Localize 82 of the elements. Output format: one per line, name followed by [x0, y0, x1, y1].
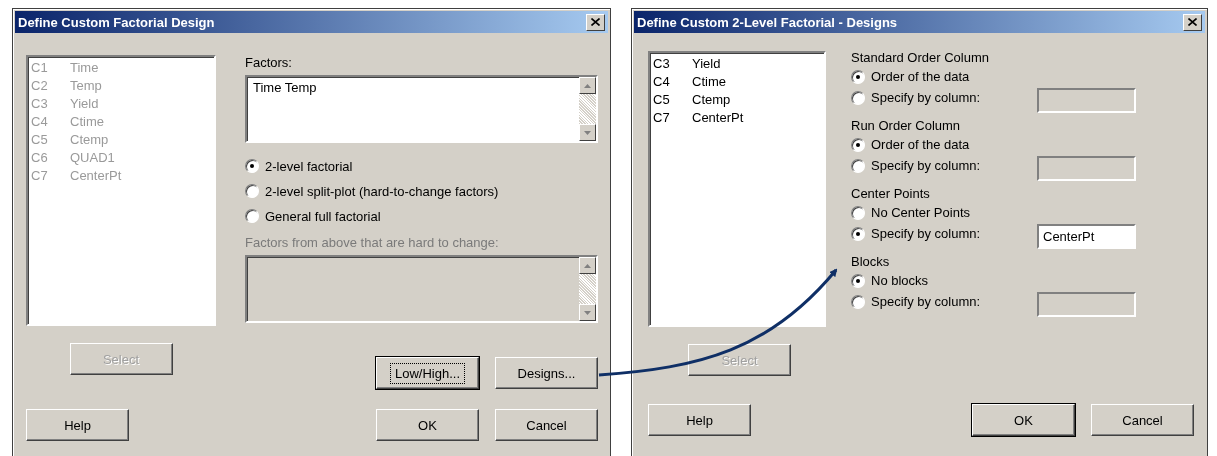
- column-field[interactable]: [1037, 156, 1136, 181]
- radio-button[interactable]: [851, 158, 865, 173]
- scroll-down-button[interactable]: [579, 124, 596, 141]
- column-name: CenterPt: [70, 167, 122, 185]
- column-id: C3: [653, 55, 671, 73]
- column-name: Yield: [692, 55, 721, 73]
- dialog-button[interactable]: OK: [972, 404, 1075, 436]
- column-id: C7: [31, 167, 49, 185]
- column-name: QUAD1: [70, 149, 115, 167]
- scrollbar[interactable]: [579, 77, 596, 141]
- radio-button[interactable]: [851, 205, 865, 220]
- dialog-button[interactable]: Cancel: [1091, 404, 1194, 436]
- column-name: Ctime: [70, 113, 104, 131]
- column-id: C4: [653, 73, 671, 91]
- hard-factors-label: Factors from above that are hard to change:: [245, 235, 500, 251]
- column-field[interactable]: CenterPt: [1037, 224, 1136, 249]
- radio-button[interactable]: [851, 294, 865, 309]
- group-label: Standard Order Column: [851, 49, 990, 66]
- group-label: Blocks: [851, 253, 891, 270]
- radio-label[interactable]: General full factorial: [265, 208, 381, 224]
- scroll-up-button[interactable]: [579, 77, 596, 94]
- radio-button[interactable]: [245, 184, 259, 198]
- column-name: Temp: [70, 77, 102, 95]
- radio-button[interactable]: [245, 159, 259, 173]
- scrollbar[interactable]: [579, 257, 596, 321]
- radio-button[interactable]: [851, 90, 865, 105]
- dialog-button[interactable]: Low/High...: [376, 357, 479, 389]
- window-title: Define Custom 2-Level Factorial - Designs: [637, 14, 898, 30]
- radio-label[interactable]: Order of the data: [871, 69, 1031, 84]
- column-name: Ctime: [692, 73, 726, 91]
- column-id: C6: [31, 149, 49, 167]
- radio-label[interactable]: Order of the data: [871, 137, 1031, 152]
- radio-button[interactable]: [851, 226, 865, 241]
- radio-label[interactable]: Specify by column:: [871, 158, 1031, 173]
- column-name: CenterPt: [692, 109, 744, 127]
- column-id: C5: [31, 131, 49, 149]
- down-arrow-icon: [584, 310, 591, 315]
- column-field[interactable]: [1037, 88, 1136, 113]
- radio-label[interactable]: 2-level split-plot (hard-to-change factors): [265, 183, 499, 199]
- radio-label[interactable]: Specify by column:: [871, 226, 1031, 241]
- column-id: C1: [31, 59, 49, 77]
- column-list[interactable]: C3 Yield C4 Ctime C5 Ctemp C7 CenterPt: [648, 51, 826, 327]
- close-icon: [591, 18, 600, 26]
- group-label: Run Order Column: [851, 117, 962, 134]
- column-id: C7: [653, 109, 671, 127]
- factors-field[interactable]: Time Temp: [245, 75, 598, 143]
- close-button[interactable]: [586, 13, 605, 31]
- radio-button[interactable]: [851, 273, 865, 288]
- group-label: Center Points: [851, 185, 931, 202]
- radio-button[interactable]: [851, 137, 865, 152]
- column-name: Time: [70, 59, 99, 77]
- radio-label[interactable]: Specify by column:: [871, 294, 1031, 309]
- scroll-up-button[interactable]: [579, 257, 596, 274]
- column-field[interactable]: [1037, 292, 1136, 317]
- radio-button[interactable]: [245, 209, 259, 223]
- down-arrow-icon: [584, 130, 591, 135]
- column-id: C5: [653, 91, 671, 109]
- up-arrow-icon: [584, 263, 591, 268]
- dialog-button[interactable]: Cancel: [495, 409, 598, 441]
- radio-label[interactable]: No blocks: [871, 273, 1031, 288]
- column-name: Ctemp: [692, 91, 731, 109]
- column-name: Ctemp: [70, 131, 109, 149]
- column-id: C4: [31, 113, 49, 131]
- dialog-button[interactable]: Designs...: [495, 357, 598, 389]
- hard-factors-field[interactable]: [245, 255, 598, 323]
- radio-button[interactable]: [851, 69, 865, 84]
- scroll-down-button[interactable]: [579, 304, 596, 321]
- close-icon: [1188, 18, 1197, 26]
- column-id: C2: [31, 77, 49, 95]
- radio-label[interactable]: No Center Points: [871, 205, 1031, 220]
- factors-value: Time Temp: [252, 79, 318, 97]
- help-button[interactable]: Help: [648, 404, 751, 436]
- radio-label[interactable]: 2-level factorial: [265, 158, 353, 174]
- help-button[interactable]: Help: [26, 409, 129, 441]
- column-name: Yield: [70, 95, 99, 113]
- up-arrow-icon: [584, 83, 591, 88]
- factors-label: Factors:: [245, 55, 293, 71]
- radio-label[interactable]: Specify by column:: [871, 90, 1031, 105]
- close-button[interactable]: [1183, 13, 1202, 31]
- dialog-button[interactable]: OK: [376, 409, 479, 441]
- window-title: Define Custom Factorial Design: [18, 14, 215, 30]
- column-id: C3: [31, 95, 49, 113]
